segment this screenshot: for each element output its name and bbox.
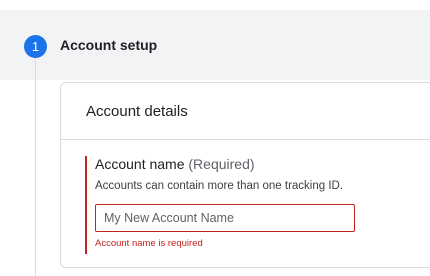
step-connector-line: [35, 58, 36, 276]
account-details-card: Account details Account name (Required) …: [60, 82, 430, 268]
card-title: Account details: [86, 103, 188, 120]
account-name-field: Account name (Required) Accounts can con…: [85, 156, 385, 254]
account-name-label-text: Account name: [95, 156, 185, 172]
account-name-error: Account name is required: [95, 238, 203, 249]
account-name-input[interactable]: [95, 204, 355, 232]
card-header: Account details: [61, 83, 430, 140]
step-number-badge: 1: [24, 35, 47, 58]
account-name-label: Account name (Required): [95, 156, 255, 172]
step-title: Account setup: [60, 37, 158, 53]
account-name-help-text: Accounts can contain more than one track…: [95, 180, 344, 192]
required-indicator: (Required): [188, 156, 255, 172]
